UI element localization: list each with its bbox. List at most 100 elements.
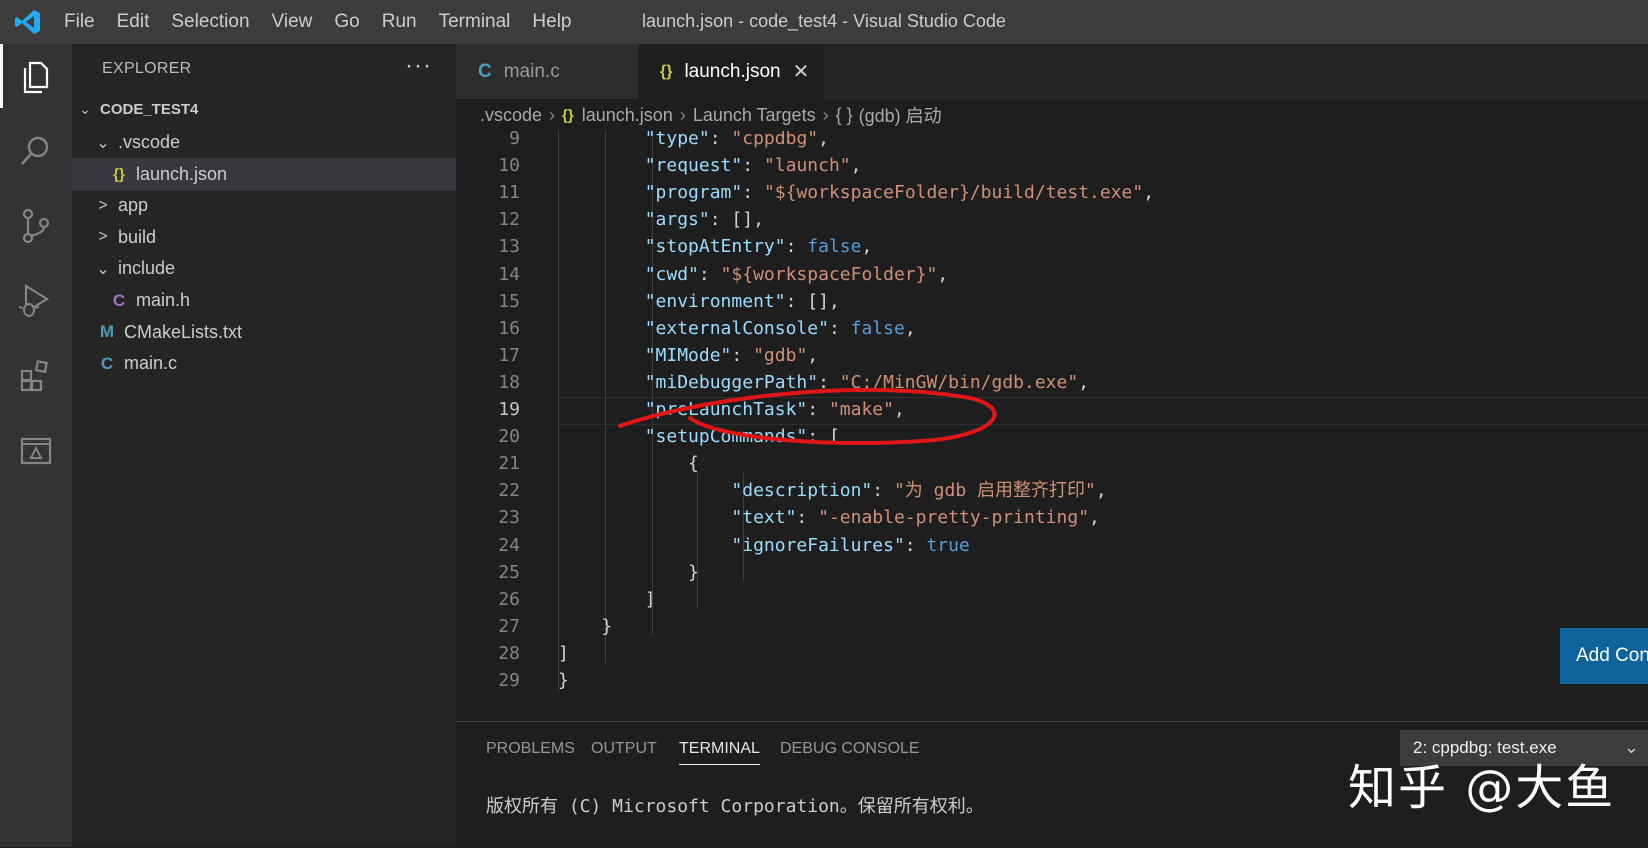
activity-bar [0,44,72,847]
add-configuration-button[interactable]: Add Con [1560,628,1648,684]
line-number: 25 [498,561,520,583]
watermark: 知乎 @大鱼 [1348,760,1616,816]
line-number: 14 [498,263,520,285]
tree-item[interactable]: ⌄ .vscode [72,126,480,159]
line-code: "program": "${workspaceFolder}/build/tes… [644,182,1155,204]
line-code: } [558,670,569,691]
search-icon[interactable] [0,119,72,183]
line-number: 19 [498,399,520,420]
terminal-output[interactable]: 版权所有 (C) Microsoft Corporation。保留所有权利。 [486,792,984,818]
line-code: "miDebuggerPath": "C:/MinGW/bin/gdb.exe"… [644,371,1090,393]
c-file-icon: C [112,290,126,310]
tree-item[interactable]: > app [72,189,480,222]
line-code: "preLaunchTask": "make", [644,399,905,420]
line-code: "type": "cppdbg", [644,131,829,149]
line-number: 17 [498,344,520,366]
breadcrumb-section[interactable]: Launch Targets [693,105,816,126]
menu-run[interactable]: Run [382,11,417,33]
code-line: 10 "request": "launch", [456,152,1648,180]
panel-tab-debug-console[interactable]: DEBUG CONSOLE [780,740,920,758]
chevron-down-icon: ⌄ [96,260,110,278]
tree-item[interactable]: {} launch.json [72,157,492,191]
tree-item[interactable]: Cmain.h [72,284,492,317]
close-icon[interactable]: ✕ [793,59,810,84]
explorer-icon[interactable] [0,44,72,108]
tab-launch-json[interactable]: {} launch.json ✕ [638,44,824,99]
menu-edit[interactable]: Edit [117,11,150,33]
breadcrumb-item[interactable]: (gdb) 启动 [859,102,942,128]
breadcrumb-file[interactable]: launch.json [582,105,673,126]
line-code: "text": "-enable-pretty-printing", [731,507,1100,529]
chevron-right-icon: › [679,104,686,125]
window-title: launch.json - code_test4 - Visual Studio… [642,11,1006,31]
tree-item-label: include [118,258,176,279]
object-icon: { } [835,104,853,125]
c-file-icon: C [100,353,114,373]
tree-item[interactable]: ⌄ include [72,252,480,285]
code-line: 18 "miDebuggerPath": "C:/MinGW/bin/gdb.e… [456,369,1648,397]
line-code: } [558,561,699,583]
code-line: 11 "program": "${workspaceFolder}/build/… [456,179,1648,207]
panel-tab-problems[interactable]: PROBLEMS [486,740,575,758]
tree-item-label: app [118,195,149,216]
code-line: 22 "description": "为 gdb 启用整齐打印", [456,477,1648,505]
line-number: 21 [498,453,520,475]
panel-tab-output[interactable]: OUTPUT [591,740,657,758]
line-number: 24 [498,534,520,556]
tab-label: main.c [503,60,560,82]
menu-selection[interactable]: Selection [171,11,249,33]
more-actions-button[interactable]: ··· [405,52,432,80]
tree-item-label: launch.json [136,163,228,184]
menu-file[interactable]: File [64,11,95,33]
chevron-right-icon: › [822,104,829,125]
source-control-icon[interactable] [0,194,72,258]
tab-main-c[interactable]: C main.c [456,44,638,99]
tree-root[interactable]: ⌄ CODE_TEST4 [72,93,462,126]
line-number: 11 [498,182,520,204]
code-editor[interactable]: 9 "type": "cppdbg", 10 "request": "launch… [456,131,1648,721]
code-line: 23 "text": "-enable-pretty-printing", [456,504,1648,532]
active-indicator [0,44,3,108]
extensions-icon[interactable] [0,344,72,408]
line-code: "ignoreFailures": true [731,534,970,556]
menu-view[interactable]: View [272,11,313,33]
code-line: 13 "stopAtEntry": false, [456,233,1648,261]
tree-item-label: main.c [124,353,178,374]
tree-item[interactable]: M CMakeLists.txt [72,316,480,349]
panel-tab-terminal[interactable]: TERMINAL [679,740,760,765]
code-line: 21 { [456,450,1648,478]
tree-item[interactable]: > build [72,221,480,254]
menu-terminal[interactable]: Terminal [439,11,511,33]
line-code: "args": [], [644,209,764,231]
chevron-down-icon: ⌄ [79,101,91,117]
breadcrumb: .vscode › {} launch.json › Launch Target… [456,99,1648,131]
line-code: "request": "launch", [644,155,862,177]
code-line: 12 "args": [], [456,206,1648,234]
code-line: 29} [456,667,1648,695]
remote-explorer-icon[interactable] [0,419,72,483]
code-line: 25 } [456,559,1648,587]
c-file-icon: C [478,60,492,82]
menu-help[interactable]: Help [532,11,571,33]
line-number: 12 [498,209,520,231]
breadcrumb-folder[interactable]: .vscode [480,105,542,126]
menu-go[interactable]: Go [334,11,359,33]
code-line: 19 "preLaunchTask": "make", [456,396,1648,425]
markdown-file-icon: M [99,322,115,342]
line-number: 23 [498,507,520,529]
line-number: 15 [498,290,520,312]
vscode-logo-icon[interactable] [14,8,42,36]
line-code: "description": "为 gdb 启用整齐打印", [731,480,1107,502]
line-code: ] [558,642,569,664]
code-line: 24 "ignoreFailures": true [456,532,1648,560]
chevron-right-icon: › [549,104,556,125]
run-debug-icon[interactable] [0,269,72,333]
chevron-down-icon: ⌄ [96,134,110,152]
line-number: 18 [498,371,520,393]
line-code: "environment": [], [644,290,840,312]
code-line: 9 "type": "cppdbg", [456,131,1648,153]
menu-bar: File Edit Selection View Go Run Terminal Help [64,0,594,44]
tab-label: launch.json [684,60,781,82]
tree-item[interactable]: Cmain.c [72,347,480,380]
tree-item-label: .vscode [118,132,181,152]
